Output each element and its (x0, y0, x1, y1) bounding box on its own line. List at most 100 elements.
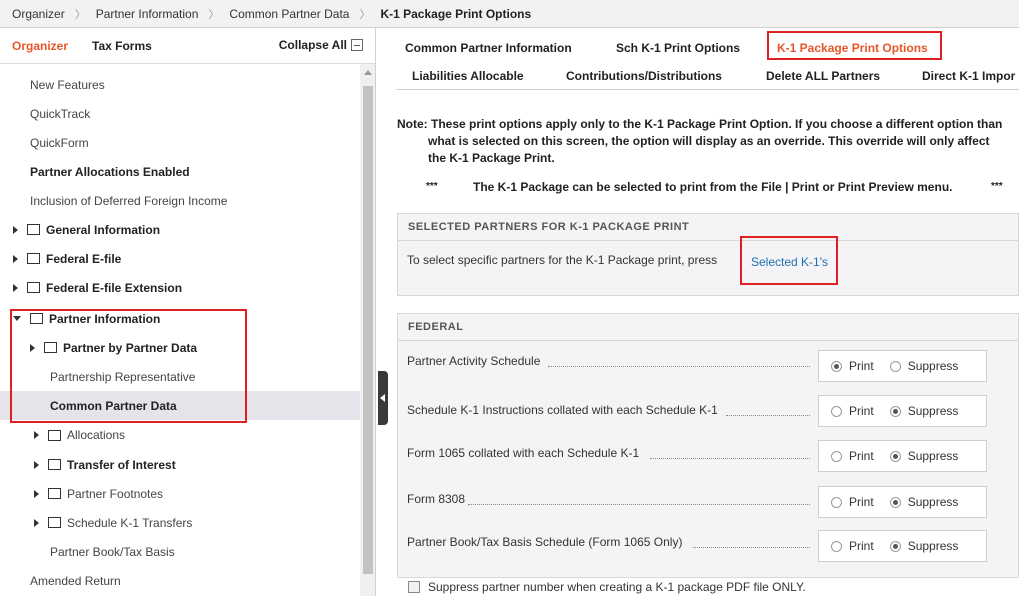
sidebar-item-label: General Information (46, 222, 161, 237)
sidebar-item-allocations[interactable]: Allocations (0, 422, 360, 448)
folder-icon (48, 429, 61, 441)
collapse-icon (351, 39, 363, 51)
sidebar-item-new-features[interactable]: New Features (0, 70, 360, 99)
folder-icon (27, 282, 40, 293)
suppress-partner-number-checkbox[interactable] (408, 581, 420, 593)
print-radio[interactable] (831, 450, 842, 462)
scrollbar-thumb[interactable] (363, 86, 373, 574)
sidebar-item-general-information[interactable]: General Information (0, 215, 360, 244)
dotted-leader (468, 504, 810, 505)
breadcrumb-common-partner-data[interactable]: Common Partner Data (229, 7, 349, 21)
sidebar-item-transfer-of-interest[interactable]: Transfer of Interest (0, 450, 360, 479)
federal-row-label: Schedule K-1 Instructions collated with … (407, 403, 718, 417)
sidebar-scrollbar[interactable] (360, 64, 375, 596)
print-radio[interactable] (831, 496, 842, 508)
suppress-radio[interactable] (889, 496, 901, 508)
note-line-1: Note: These print options apply only to … (397, 117, 1003, 131)
expand-arrow-icon[interactable] (34, 431, 39, 439)
sidebar-item-federal-efile-extension[interactable]: Federal E-file Extension (0, 273, 360, 302)
collapse-all-button[interactable]: Collapse All (279, 38, 363, 52)
expand-arrow-icon[interactable] (34, 518, 39, 527)
sidebar-item-label: Partner Allocations Enabled (30, 164, 190, 179)
panel-collapse-handle[interactable] (378, 371, 388, 425)
sidebar-item-partner-footnotes[interactable]: Partner Footnotes (0, 479, 360, 508)
sidebar-item-federal-efile[interactable]: Federal E-file (0, 244, 360, 273)
tab-liabilities-allocable[interactable]: Liabilities Allocable (412, 69, 524, 83)
sidebar-item-partner-book-tax-basis[interactable]: Partner Book/Tax Basis (0, 537, 360, 566)
print-radio[interactable] (831, 405, 842, 417)
sidebar-item-quicktrack[interactable]: QuickTrack (0, 99, 360, 128)
chevron-right-icon: 〉 (208, 8, 220, 21)
scroll-up-icon[interactable] (364, 70, 372, 75)
folder-icon (27, 224, 40, 235)
print-radio-label: Print (849, 359, 874, 373)
expand-arrow-icon[interactable] (34, 489, 39, 498)
suppress-radio[interactable] (889, 450, 901, 462)
note-stars-left: *** (426, 181, 438, 192)
breadcrumb-partner-information[interactable]: Partner Information (96, 7, 199, 21)
folder-icon (27, 253, 40, 264)
highlight-box (10, 309, 247, 423)
suppress-radio-label: Suppress (907, 539, 959, 553)
expand-arrow-icon[interactable] (34, 460, 39, 469)
suppress-partner-number-option[interactable]: Suppress partner number when creating a … (408, 580, 806, 594)
sidebar-item-inclusion-deferred-foreign-income[interactable]: Inclusion of Deferred Foreign Income (0, 186, 360, 215)
dotted-leader (650, 458, 810, 459)
tabs-divider (396, 89, 1019, 90)
suppress-radio-label: Suppress (907, 495, 959, 509)
dotted-leader (548, 366, 810, 367)
tab-row-2: Liabilities Allocable Contributions/Dist… (388, 64, 1019, 88)
sidebar-item-label: Partner Book/Tax Basis (50, 544, 175, 559)
tab-delete-all-partners[interactable]: Delete ALL Partners (766, 69, 880, 83)
suppress-partner-number-label: Suppress partner number when creating a … (428, 580, 806, 594)
suppress-radio-label: Suppress (907, 449, 959, 463)
sidebar-item-label: Schedule K-1 Transfers (67, 515, 193, 530)
expand-arrow-icon[interactable] (13, 254, 18, 263)
folder-icon (48, 488, 61, 499)
federal-row-label: Form 1065 collated with each Schedule K-… (407, 446, 640, 460)
sidebar-item-label: Partner Footnotes (67, 486, 164, 501)
tab-tax-forms[interactable]: Tax Forms (92, 39, 152, 53)
federal-row-radio-group: Print Suppress (818, 486, 987, 518)
sidebar-item-amended-return[interactable]: Amended Return (0, 566, 360, 595)
print-radio-label: Print (849, 449, 874, 463)
sidebar-item-schedule-k1-transfers[interactable]: Schedule K-1 Transfers (0, 508, 360, 537)
note-stars-right: *** (991, 181, 1003, 192)
sidebar-header: Organizer Tax Forms Collapse All (0, 28, 375, 64)
collapse-all-label: Collapse All (278, 38, 347, 52)
tab-direct-k1-import[interactable]: Direct K-1 Impor (922, 69, 1015, 83)
suppress-radio[interactable] (889, 405, 901, 417)
suppress-radio-label: Suppress (907, 359, 959, 373)
highlight-box (767, 31, 942, 60)
print-radio[interactable] (831, 540, 842, 552)
sidebar-item-label: Federal E-file (46, 251, 122, 266)
tab-sch-k1-print-options[interactable]: Sch K-1 Print Options (616, 41, 740, 55)
expand-arrow-icon[interactable] (13, 225, 18, 234)
chevron-right-icon: 〉 (74, 8, 86, 21)
sidebar-item-label: Inclusion of Deferred Foreign Income (30, 193, 228, 208)
print-radio-label: Print (849, 404, 874, 418)
tab-contributions-distributions[interactable]: Contributions/Distributions (566, 69, 722, 83)
selected-partners-text: To select specific partners for the K-1 … (407, 253, 718, 267)
tab-common-partner-information[interactable]: Common Partner Information (405, 41, 572, 55)
federal-row-radio-group: Print Suppress (818, 440, 987, 472)
suppress-radio[interactable] (889, 540, 901, 552)
main-content: Common Partner Information Sch K-1 Print… (388, 28, 1019, 596)
suppress-radio-label: Suppress (907, 404, 959, 418)
breadcrumb: Organizer 〉 Partner Information 〉 Common… (0, 0, 1019, 28)
suppress-radio[interactable] (889, 360, 901, 372)
sidebar-item-quickform[interactable]: QuickForm (0, 128, 360, 157)
selected-k1s-link[interactable]: Selected K-1's (751, 255, 828, 269)
sidebar-item-partner-allocations-enabled[interactable]: Partner Allocations Enabled (0, 157, 360, 186)
note-package-text: The K-1 Package can be selected to print… (473, 180, 953, 194)
breadcrumb-organizer[interactable]: Organizer (12, 7, 65, 21)
dotted-leader (693, 547, 810, 548)
print-radio-label: Print (849, 539, 874, 553)
sidebar-item-label: Transfer of Interest (67, 457, 176, 472)
expand-arrow-icon[interactable] (13, 283, 18, 292)
print-radio[interactable] (831, 360, 842, 372)
sidebar-item-label: QuickTrack (30, 106, 91, 121)
federal-row-label: Partner Book/Tax Basis Schedule (Form 10… (407, 535, 683, 549)
federal-row-label: Partner Activity Schedule (407, 354, 541, 368)
tab-organizer[interactable]: Organizer (12, 39, 68, 53)
